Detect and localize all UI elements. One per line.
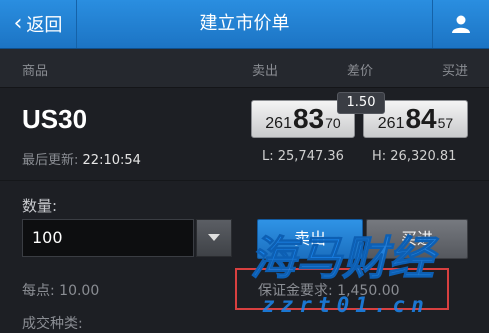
trade-type-label: 成交种类: <box>22 316 83 332</box>
high-price: H: 26,320.81 <box>372 149 457 164</box>
sell-price-prefix: 261 <box>265 115 292 132</box>
buy-price-pips: 84 <box>405 103 437 134</box>
per-point-value: 每点: 10.00 <box>22 283 100 299</box>
user-button[interactable] <box>432 0 489 48</box>
buy-price-suffix: 57 <box>437 115 454 131</box>
sell-button[interactable]: 卖出 <box>257 219 363 259</box>
quantity-label: 数量: <box>22 197 58 215</box>
back-button[interactable]: ‹ 返回 <box>0 0 77 48</box>
last-update-time: 22:10:54 <box>82 153 141 168</box>
user-icon <box>452 15 470 33</box>
section-divider <box>0 180 489 181</box>
buy-button[interactable]: 买进 <box>366 219 468 259</box>
spread-badge: 1.50 <box>337 92 385 114</box>
sell-price-suffix: 70 <box>325 115 341 131</box>
back-label: 返回 <box>26 15 63 36</box>
highlight-box <box>235 268 449 310</box>
col-buy: 买进 <box>442 64 469 79</box>
sell-price-pips: 83 <box>292 103 325 134</box>
chevron-left-icon: ‹ <box>13 11 23 36</box>
buy-price-prefix: 261 <box>377 115 405 132</box>
quantity-field[interactable]: 100 <box>22 219 194 257</box>
header-bar: ‹ 返回 建立市价单 <box>0 0 489 49</box>
last-update-label: 最后更新: <box>22 153 79 168</box>
chevron-down-icon <box>208 234 220 241</box>
col-product: 商品 <box>22 64 49 79</box>
last-update: 最后更新: 22:10:54 <box>22 149 141 168</box>
quantity-dropdown-button[interactable] <box>196 219 232 257</box>
instrument-symbol: US30 <box>22 104 88 134</box>
col-sell: 卖出 <box>252 64 279 79</box>
low-price: L: 25,747.36 <box>262 149 344 164</box>
col-spread: 差价 <box>347 64 374 79</box>
column-headers: 商品 卖出 差价 买进 <box>0 49 489 88</box>
